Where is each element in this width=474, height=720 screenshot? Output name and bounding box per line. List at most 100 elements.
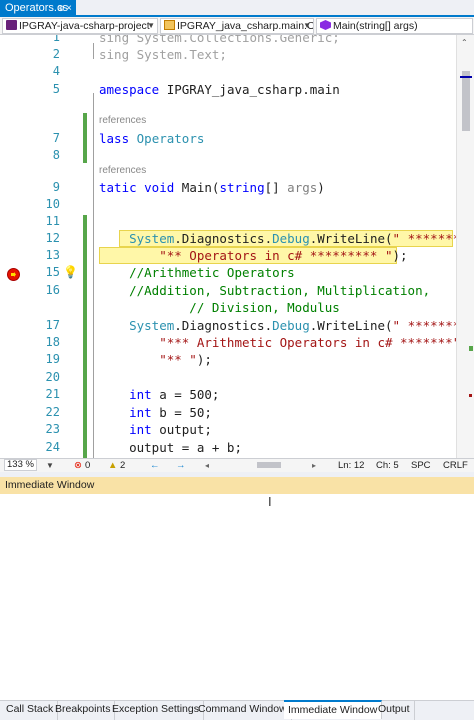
class-path-label: IPGRAY_java_csharp.main.Ope — [177, 20, 314, 32]
warning-icon[interactable]: ▲ — [108, 459, 117, 472]
line-number: 2 — [52, 47, 60, 61]
code-text: sing System.Collections.Generic; — [99, 35, 340, 46]
code-line[interactable]: 10 — [0, 196, 474, 213]
line-ending-indicator[interactable]: CRLF — [443, 459, 468, 472]
code-token: System.Text; — [136, 47, 227, 62]
code-line[interactable]: 2 sing System.Text; — [0, 46, 474, 63]
tab-immediate-window[interactable]: Immediate Window — [284, 700, 383, 719]
close-icon[interactable]: × — [66, 0, 72, 17]
lightbulb-icon[interactable]: 💡 — [63, 265, 78, 279]
code-token: System — [99, 318, 175, 333]
tab-command-window[interactable]: Command Window — [194, 701, 292, 720]
line-number: 19 — [45, 352, 60, 366]
code-token: int — [99, 422, 160, 437]
code-token: ) — [317, 180, 325, 195]
code-line[interactable]: 21 int a = 500; — [0, 386, 474, 403]
member-dropdown[interactable]: Main(string[] args) — [316, 18, 473, 34]
line-number: 17 — [45, 318, 60, 332]
tool-window-tabs: Call Stack Breakpoints Exception Setting… — [0, 700, 474, 720]
code-token: "*** Arithmetic Operators in c# *******" — [99, 335, 461, 350]
tab-operators-cs[interactable]: Operators.cs ⊕ × — [0, 0, 76, 17]
line-number: 23 — [45, 422, 60, 436]
code-line[interactable]: 23 int output; — [0, 421, 474, 438]
navigate-back-icon[interactable]: ← — [150, 459, 160, 472]
code-token: output = a + b; — [99, 440, 242, 455]
code-token: tatic void — [99, 180, 182, 195]
spacing-indicator[interactable]: SPC — [411, 459, 431, 472]
code-line[interactable]: 16 //Addition, Subtraction, Multiplicati… — [0, 282, 474, 299]
class-icon — [164, 20, 175, 30]
class-dropdown[interactable]: IPGRAY_java_csharp.main.Ope ▼ — [160, 18, 314, 34]
tab-output[interactable]: Output — [374, 701, 415, 720]
scroll-right-icon[interactable]: ▸ — [312, 459, 316, 472]
member-label: Main(string[] args) — [333, 20, 418, 32]
tab-exception-settings[interactable]: Exception Settings — [108, 701, 204, 720]
code-line[interactable]: 8 — [0, 147, 474, 164]
code-text: System.Diagnostics.Debug.WriteLine(" ***… — [99, 230, 474, 247]
chevron-up-icon[interactable]: ⌃ — [461, 38, 468, 47]
code-token: int — [99, 387, 160, 402]
code-token: args — [287, 180, 318, 195]
code-line[interactable]: 4 — [0, 63, 474, 80]
code-line[interactable]: 24 output = a + b; — [0, 439, 474, 456]
code-text: lass Operators — [99, 130, 204, 147]
csharp-project-icon — [6, 20, 17, 30]
code-line[interactable]: 18 "*** Arithmetic Operators in c# *****… — [0, 334, 474, 351]
zoom-selector[interactable]: 133 % — [4, 459, 37, 471]
codelens-references[interactable]: references — [99, 165, 146, 177]
code-editor[interactable]: references references 1 sing System.Colle… — [0, 35, 474, 458]
code-line[interactable]: 19 "** "); — [0, 351, 474, 368]
line-number: 18 — [45, 335, 60, 349]
code-token: lass — [99, 131, 137, 146]
line-number: 10 — [45, 197, 60, 211]
navigate-forward-icon[interactable]: → — [176, 459, 186, 472]
code-line[interactable]: 17 System.Diagnostics.Debug.WriteLine(" … — [0, 317, 474, 334]
code-line[interactable]: // Division, Modulus — [0, 299, 474, 316]
code-text: //Addition, Subtraction, Multiplication, — [99, 282, 430, 299]
code-line[interactable]: 20 — [0, 369, 474, 386]
code-token: ); — [196, 352, 212, 367]
code-text: // Division, Modulus — [99, 299, 340, 316]
text-cursor-icon: I — [268, 494, 272, 509]
tab-breakpoints[interactable]: Breakpoints — [51, 701, 116, 720]
codelens-references[interactable]: references — [99, 115, 146, 127]
error-icon[interactable]: ⊗ — [74, 459, 82, 472]
line-indicator[interactable]: Ln: 12 — [338, 459, 364, 472]
code-line[interactable]: 13 "** Operators in c# ********* "); — [0, 247, 474, 264]
line-number: 13 — [45, 248, 60, 262]
code-text: "** Operators in c# ********* "); — [99, 247, 407, 264]
code-token: [] — [264, 180, 288, 195]
breakpoint-current-icon[interactable] — [7, 268, 20, 281]
code-line[interactable]: 5 amespace IPGRAY_java_csharp.main — [0, 81, 474, 98]
code-token: sing — [99, 47, 137, 62]
tab-call-stack[interactable]: Call Stack — [2, 701, 59, 720]
code-token: .WriteLine( — [309, 318, 393, 333]
chevron-down-icon: ▼ — [303, 21, 311, 30]
warning-marker — [469, 394, 472, 397]
column-indicator[interactable]: Ch: 5 — [376, 459, 399, 472]
editor-status-bar: 133 % ▼ ⊗ 0 ▲ 2 ← → ◂ ▸ Ln: 12 Ch: 5 SPC… — [0, 458, 474, 472]
scroll-left-icon[interactable]: ◂ — [205, 459, 209, 472]
immediate-window-input[interactable]: I — [0, 494, 474, 700]
code-text: output = a + b; — [99, 439, 242, 456]
project-dropdown[interactable]: IPGRAY-java-csharp-project ▼ — [2, 18, 158, 34]
pin-icon[interactable]: ⊕ — [57, 0, 65, 17]
vertical-scrollbar[interactable]: ⌃ — [456, 35, 474, 458]
code-text: //Arithmetic Operators — [99, 264, 295, 281]
code-token: Main( — [181, 180, 220, 195]
immediate-window-header[interactable]: Immediate Window — [0, 477, 474, 494]
line-number: 12 — [45, 231, 60, 245]
code-line[interactable]: 22 int b = 50; — [0, 404, 474, 421]
code-token: b = 50; — [159, 405, 212, 420]
vs-code-editor-window: Operators.cs ⊕ × IPGRAY-java-csharp-proj… — [0, 0, 474, 720]
code-line[interactable]: 1 sing System.Collections.Generic; — [0, 35, 474, 46]
code-line[interactable]: 7 lass Operators — [0, 130, 474, 147]
scroll-thumb[interactable] — [462, 71, 470, 131]
code-line[interactable]: 11 — [0, 213, 474, 230]
code-token: amespace — [99, 82, 167, 97]
code-token: .WriteLine( — [309, 231, 393, 246]
horizontal-scroll-thumb[interactable] — [257, 462, 281, 468]
line-number: 8 — [52, 148, 60, 162]
code-line[interactable]: 9 tatic void Main(string[] args) — [0, 179, 474, 196]
code-line[interactable]: 12 System.Diagnostics.Debug.WriteLine(" … — [0, 230, 474, 247]
